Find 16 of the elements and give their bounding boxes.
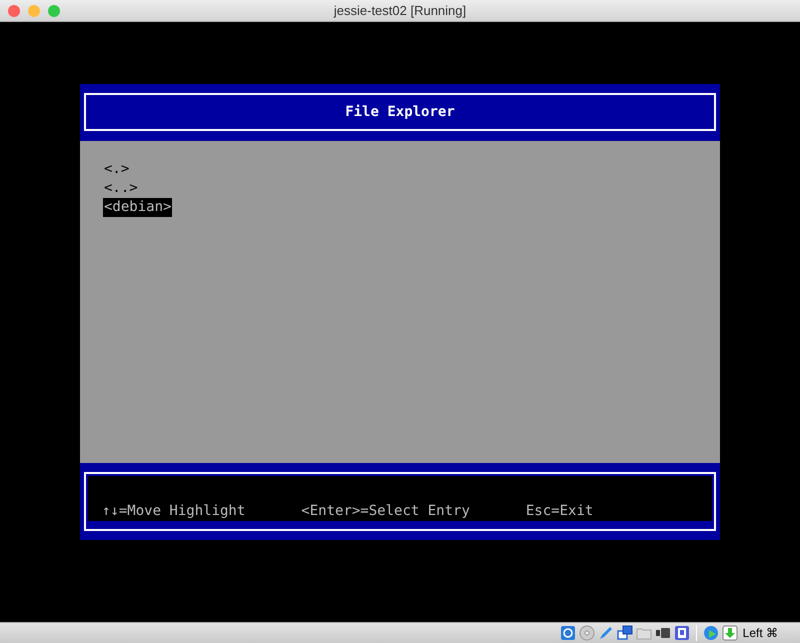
network-icon[interactable] bbox=[616, 625, 633, 641]
key-hint: <Enter>=Select Entry bbox=[301, 503, 470, 519]
host-key-label: Left ⌘ bbox=[742, 626, 778, 640]
key-hint: Esc=Exit bbox=[526, 503, 594, 519]
zoom-button[interactable] bbox=[48, 4, 60, 16]
camera-icon[interactable] bbox=[654, 625, 671, 641]
window-title: jessie-test02 [Running] bbox=[334, 3, 466, 18]
directory-entry[interactable]: <.> bbox=[103, 160, 130, 179]
close-button[interactable] bbox=[8, 4, 20, 16]
dialog-title: File Explorer bbox=[345, 104, 455, 120]
disc-icon[interactable] bbox=[578, 625, 595, 641]
download-icon[interactable] bbox=[722, 625, 738, 641]
minimize-button[interactable] bbox=[28, 4, 40, 16]
directory-entry[interactable]: <debian> bbox=[103, 198, 172, 217]
key-hint: ↑↓=Move Highlight bbox=[102, 503, 246, 519]
directory-entry[interactable]: <..> bbox=[103, 179, 139, 198]
